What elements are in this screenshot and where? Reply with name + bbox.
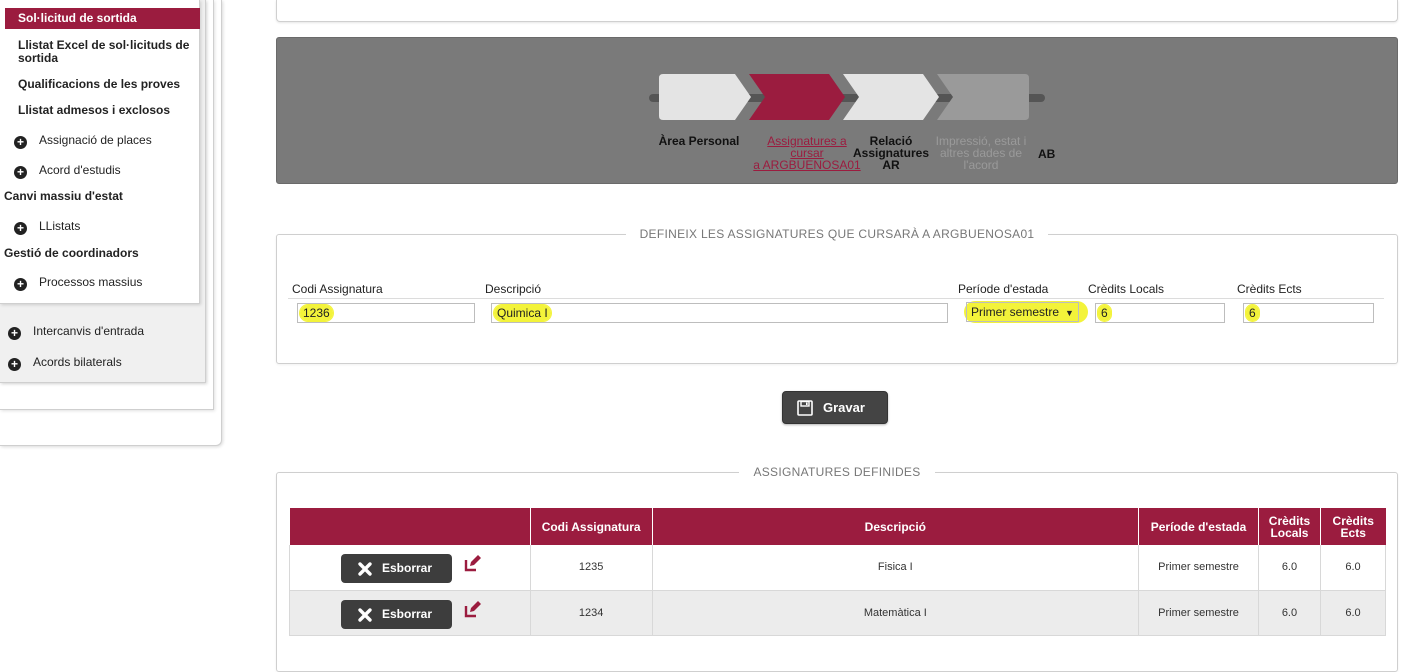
sidebar-item-canvi-massiu[interactable]: Canvi massiu d'estat xyxy=(0,190,200,203)
cell-periode: Primer semestre xyxy=(1138,590,1259,636)
cell-periode: Primer semestre xyxy=(1138,545,1259,591)
wizard-step-label-impressio: Impressió, estat i altres dades de l'aco… xyxy=(933,135,1029,171)
edit-icon[interactable] xyxy=(464,554,482,572)
descripcio-input[interactable]: Quimica I xyxy=(491,303,948,323)
header-label: Crèdits Locals xyxy=(1268,513,1311,540)
cell-codi: 1234 xyxy=(530,590,653,636)
sidebar-item-sollicitud-de-sortida[interactable]: Sol·licitud de sortida xyxy=(5,8,200,29)
col-header-descripcio[interactable]: Descripció xyxy=(652,508,1140,545)
wizard-step-impressio-arrow xyxy=(937,74,1029,120)
top-panel xyxy=(276,0,1398,22)
cell-descripcio: Matemàtica I xyxy=(652,590,1140,636)
sidebar-item-assignacio-de-places[interactable]: + Assignació de places xyxy=(0,132,200,149)
sidebar-item-llistat-admesos[interactable]: Llistat admesos i exclosos xyxy=(0,104,200,117)
sidebar-item-label: Assignació de places xyxy=(39,133,152,147)
sidebar-item-label: Llistat Excel de sol·licituds de sortida xyxy=(18,38,190,65)
cell-credits-locals: 6.0 xyxy=(1258,545,1321,591)
table-header-row: Codi Assignatura Descripció Període d'es… xyxy=(289,508,1386,545)
sidebar-item-llistats[interactable]: + LListats xyxy=(0,218,200,235)
sidebar-item-gestio-coordinadors[interactable]: Gestió de coordinadors xyxy=(0,247,200,260)
periode-estada-select[interactable]: Primer semestre ▼ xyxy=(964,301,1088,323)
col-header-credits-ects[interactable]: Crèdits Ects xyxy=(1320,508,1386,545)
wizard-label-line: Assignatures AR xyxy=(852,146,930,172)
sidebar-item-label: Processos massius xyxy=(39,275,143,289)
table-row: Esborrar 1235 Fisica I Primer semestre 6… xyxy=(289,545,1387,591)
cell-credits-ects: 6.0 xyxy=(1320,545,1387,591)
table-row: Esborrar 1234 Matemàtica I Primer semest… xyxy=(289,590,1387,636)
cell-credits-locals: 6.0 xyxy=(1258,590,1321,636)
fieldset-legend: ASSIGNATURES DEFINIDES xyxy=(277,465,1397,479)
credits-locals-value: 6 xyxy=(1098,305,1111,321)
cell-descripcio: Fisica I xyxy=(652,545,1140,591)
sidebar-item-qualificacions[interactable]: Qualificacions de les proves xyxy=(0,78,200,91)
sidebar-item-acords-bilaterals[interactable]: + Acords bilaterals xyxy=(0,354,206,371)
wizard-label-line: l'acord xyxy=(963,158,999,172)
periode-value: Primer semestre xyxy=(971,305,1060,319)
select-box: Primer semestre ▼ xyxy=(966,302,1079,322)
sidebar-item-acord-destudis[interactable]: + Acord d'estudis xyxy=(0,162,200,179)
sidebar-item-processos-massius[interactable]: + Processos massius xyxy=(0,274,200,291)
wizard-step-relacio-arrow[interactable] xyxy=(843,74,939,120)
cell-credits-ects: 6.0 xyxy=(1320,590,1387,636)
fieldset-legend: DEFINEIX LES ASSIGNATURES QUE CURSARÀ A … xyxy=(277,227,1397,241)
esborrar-label: Esborrar xyxy=(382,606,433,621)
esborrar-label: Esborrar xyxy=(382,561,433,575)
wizard-step-label-relacio[interactable]: Relació Assignatures AR xyxy=(843,135,939,171)
wizard-step-area-personal-arrow[interactable] xyxy=(659,74,751,120)
sidebar-item-label: Acords bilaterals xyxy=(33,355,122,369)
sidebar-item-label: LListats xyxy=(39,219,81,233)
close-icon xyxy=(358,607,372,622)
codi-value: 1236 xyxy=(300,305,333,321)
cell-codi: 1235 xyxy=(530,545,653,591)
row-actions: Esborrar xyxy=(289,545,531,591)
plus-circle-icon: + xyxy=(14,136,27,149)
col-header-credits-locals[interactable]: Crèdits Locals xyxy=(1258,508,1321,545)
esborrar-button[interactable]: Esborrar xyxy=(341,599,452,629)
col-header-actions xyxy=(289,508,531,545)
wizard-step-assignatures-arrow[interactable] xyxy=(749,74,845,120)
chevron-down-icon: ▼ xyxy=(1065,308,1074,318)
credits-locals-input[interactable]: 6 xyxy=(1095,303,1225,323)
assignatures-table: Codi Assignatura Descripció Període d'es… xyxy=(289,508,1387,636)
plus-circle-icon: + xyxy=(8,327,21,340)
label-credits-ects: Crèdits Ects xyxy=(1237,282,1302,296)
credits-ects-value: 6 xyxy=(1246,305,1259,321)
row-actions: Esborrar xyxy=(289,590,531,636)
col-header-periode[interactable]: Període d'estada xyxy=(1138,508,1259,545)
esborrar-button[interactable]: Esborrar xyxy=(341,554,452,583)
define-assignatures-fieldset: DEFINEIX LES ASSIGNATURES QUE CURSARÀ A … xyxy=(276,227,1398,364)
sidebar-item-label: Acord d'estudis xyxy=(39,163,121,177)
wizard-steps-panel: Àrea Personal Assignatures a cursar a AR… xyxy=(276,37,1398,184)
plus-circle-icon: + xyxy=(14,222,27,235)
form-header-divider xyxy=(288,298,1384,299)
wizard-step-label-ab: AB xyxy=(1038,147,1056,161)
plus-circle-icon: + xyxy=(14,278,27,291)
header-label: Crèdits Ects xyxy=(1332,513,1374,540)
sidebar-item-intercanvis-entrada[interactable]: + Intercanvis d'entrada xyxy=(0,323,206,340)
edit-icon[interactable] xyxy=(464,600,482,618)
codi-assignatura-input[interactable]: 1236 xyxy=(297,303,475,323)
gravar-button[interactable]: Gravar xyxy=(782,391,888,424)
plus-circle-icon: + xyxy=(14,166,27,179)
label-codi-assignatura: Codi Assignatura xyxy=(292,282,383,296)
label-periode-estada: Període d'estada xyxy=(958,282,1049,296)
credits-ects-input[interactable]: 6 xyxy=(1243,303,1374,323)
gravar-label: Gravar xyxy=(823,400,865,415)
wizard-step-label-area-personal[interactable]: Àrea Personal xyxy=(649,135,749,147)
floppy-disk-icon xyxy=(797,400,813,416)
label-descripcio: Descripció xyxy=(485,282,542,296)
label-credits-locals: Crèdits Locals xyxy=(1088,282,1165,296)
plus-circle-icon: + xyxy=(8,358,21,371)
close-icon xyxy=(358,562,372,576)
sidebar-item-llistat-excel[interactable]: Llistat Excel de sol·licituds de sortida xyxy=(0,39,196,65)
col-header-codi[interactable]: Codi Assignatura xyxy=(530,508,653,545)
sidebar-item-label: Intercanvis d'entrada xyxy=(33,324,145,338)
descripcio-value: Quimica I xyxy=(494,305,551,321)
